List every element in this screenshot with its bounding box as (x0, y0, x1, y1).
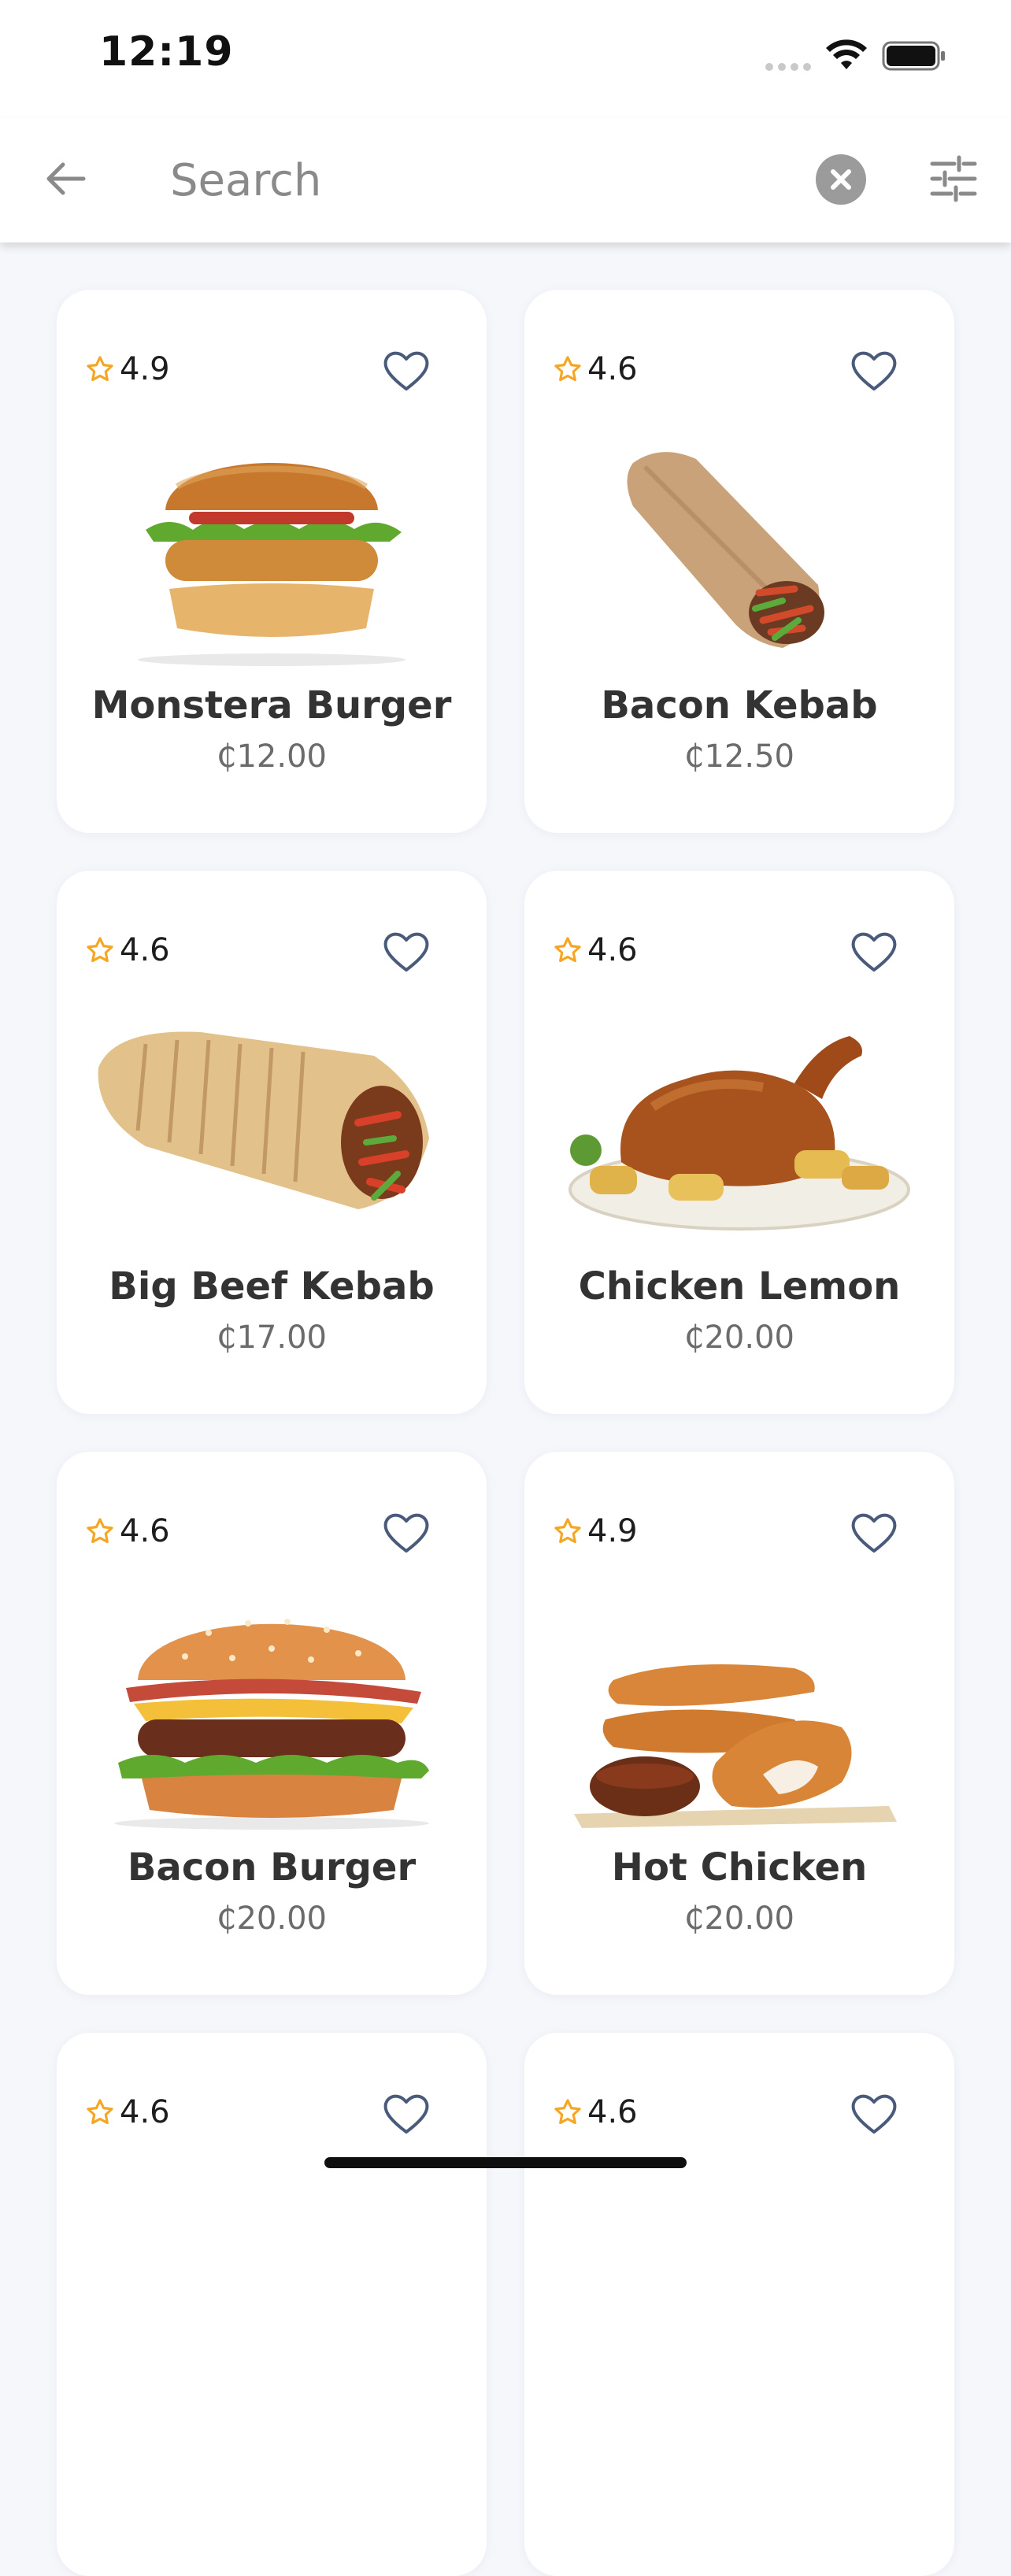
heart-icon[interactable] (849, 927, 899, 975)
rating-value: 4.9 (587, 1513, 638, 1549)
back-arrow-icon[interactable] (41, 154, 91, 204)
rating-value: 4.6 (587, 2094, 638, 2130)
heart-icon[interactable] (381, 2089, 431, 2137)
heart-icon[interactable] (381, 1508, 431, 1556)
burger-icon (114, 1619, 429, 1830)
rating-value: 4.6 (587, 351, 638, 387)
star-icon (554, 937, 581, 963)
rating: 4.9 (85, 351, 170, 387)
food-price: ₵17.00 (217, 1319, 327, 1356)
rating: 4.6 (85, 932, 170, 968)
food-name: Monstera Burger (91, 683, 452, 727)
rating: 4.6 (85, 1513, 170, 1549)
food-card[interactable]: 4.6 Bacon Burger ₵20.00 (57, 1452, 487, 1995)
wrap-icon (627, 452, 824, 648)
battery-icon (882, 41, 945, 71)
food-card[interactable]: 4.6 Bacon Kebab ₵12.50 (524, 290, 954, 833)
heart-icon[interactable] (849, 1508, 899, 1556)
star-icon (87, 2099, 113, 2125)
rating: 4.6 (85, 2094, 170, 2130)
heart-icon[interactable] (381, 346, 431, 394)
clear-search-button[interactable] (816, 154, 866, 205)
chicken-tenders-icon (574, 1664, 897, 1828)
roast-chicken-icon (568, 1036, 910, 1231)
search-input[interactable] (170, 145, 784, 216)
food-card[interactable]: 4.6 (524, 2033, 954, 2576)
cellular-signal-icon (765, 63, 811, 71)
heart-icon[interactable] (849, 2089, 899, 2137)
food-card[interactable]: 4.6 Big Beef Kebab ₵17.00 (57, 871, 487, 1414)
rating-value: 4.6 (587, 932, 638, 968)
food-name: Hot Chicken (611, 1845, 868, 1889)
wifi-icon (826, 39, 867, 69)
food-name: Big Beef Kebab (109, 1264, 435, 1308)
food-name: Chicken Lemon (578, 1264, 901, 1308)
rating: 4.9 (553, 1513, 638, 1549)
burger-icon (138, 463, 406, 666)
star-icon (554, 356, 581, 382)
star-icon (554, 2099, 581, 2125)
wrap-icon (98, 1031, 430, 1209)
rating-value: 4.9 (120, 351, 170, 387)
heart-icon[interactable] (381, 927, 431, 975)
star-icon (87, 1518, 113, 1544)
rating: 4.6 (553, 351, 638, 387)
rating: 4.6 (553, 932, 638, 968)
food-price: ₵20.00 (217, 1901, 327, 1937)
star-icon (554, 1518, 581, 1544)
rating: 4.6 (553, 2094, 638, 2130)
food-price: ₵20.00 (684, 1319, 794, 1356)
status-bar: 12:19 (0, 0, 1011, 118)
filter-sliders-icon[interactable] (928, 153, 980, 205)
search-header (0, 118, 1011, 242)
status-time: 12:19 (99, 28, 234, 76)
food-card[interactable]: 4.6 (57, 2033, 487, 2576)
close-icon (831, 169, 851, 190)
food-card[interactable]: 4.9 Hot Chicken ₵20.00 (524, 1452, 954, 1995)
rating-value: 4.6 (120, 932, 170, 968)
rating-value: 4.6 (120, 1513, 170, 1549)
food-price: ₵12.50 (684, 738, 794, 775)
heart-icon[interactable] (849, 346, 899, 394)
food-card[interactable]: 4.9 Monstera Burger ₵12.00 (57, 290, 487, 833)
star-icon (87, 937, 113, 963)
food-price: ₵12.00 (217, 738, 327, 775)
home-indicator (324, 2157, 687, 2168)
food-name: Bacon Burger (127, 1845, 417, 1889)
rating-value: 4.6 (120, 2094, 170, 2130)
star-icon (87, 356, 113, 382)
food-price: ₵20.00 (684, 1901, 794, 1937)
food-name: Bacon Kebab (601, 683, 878, 727)
food-card[interactable]: 4.6 Chicken Lemon ₵20.00 (524, 871, 954, 1414)
